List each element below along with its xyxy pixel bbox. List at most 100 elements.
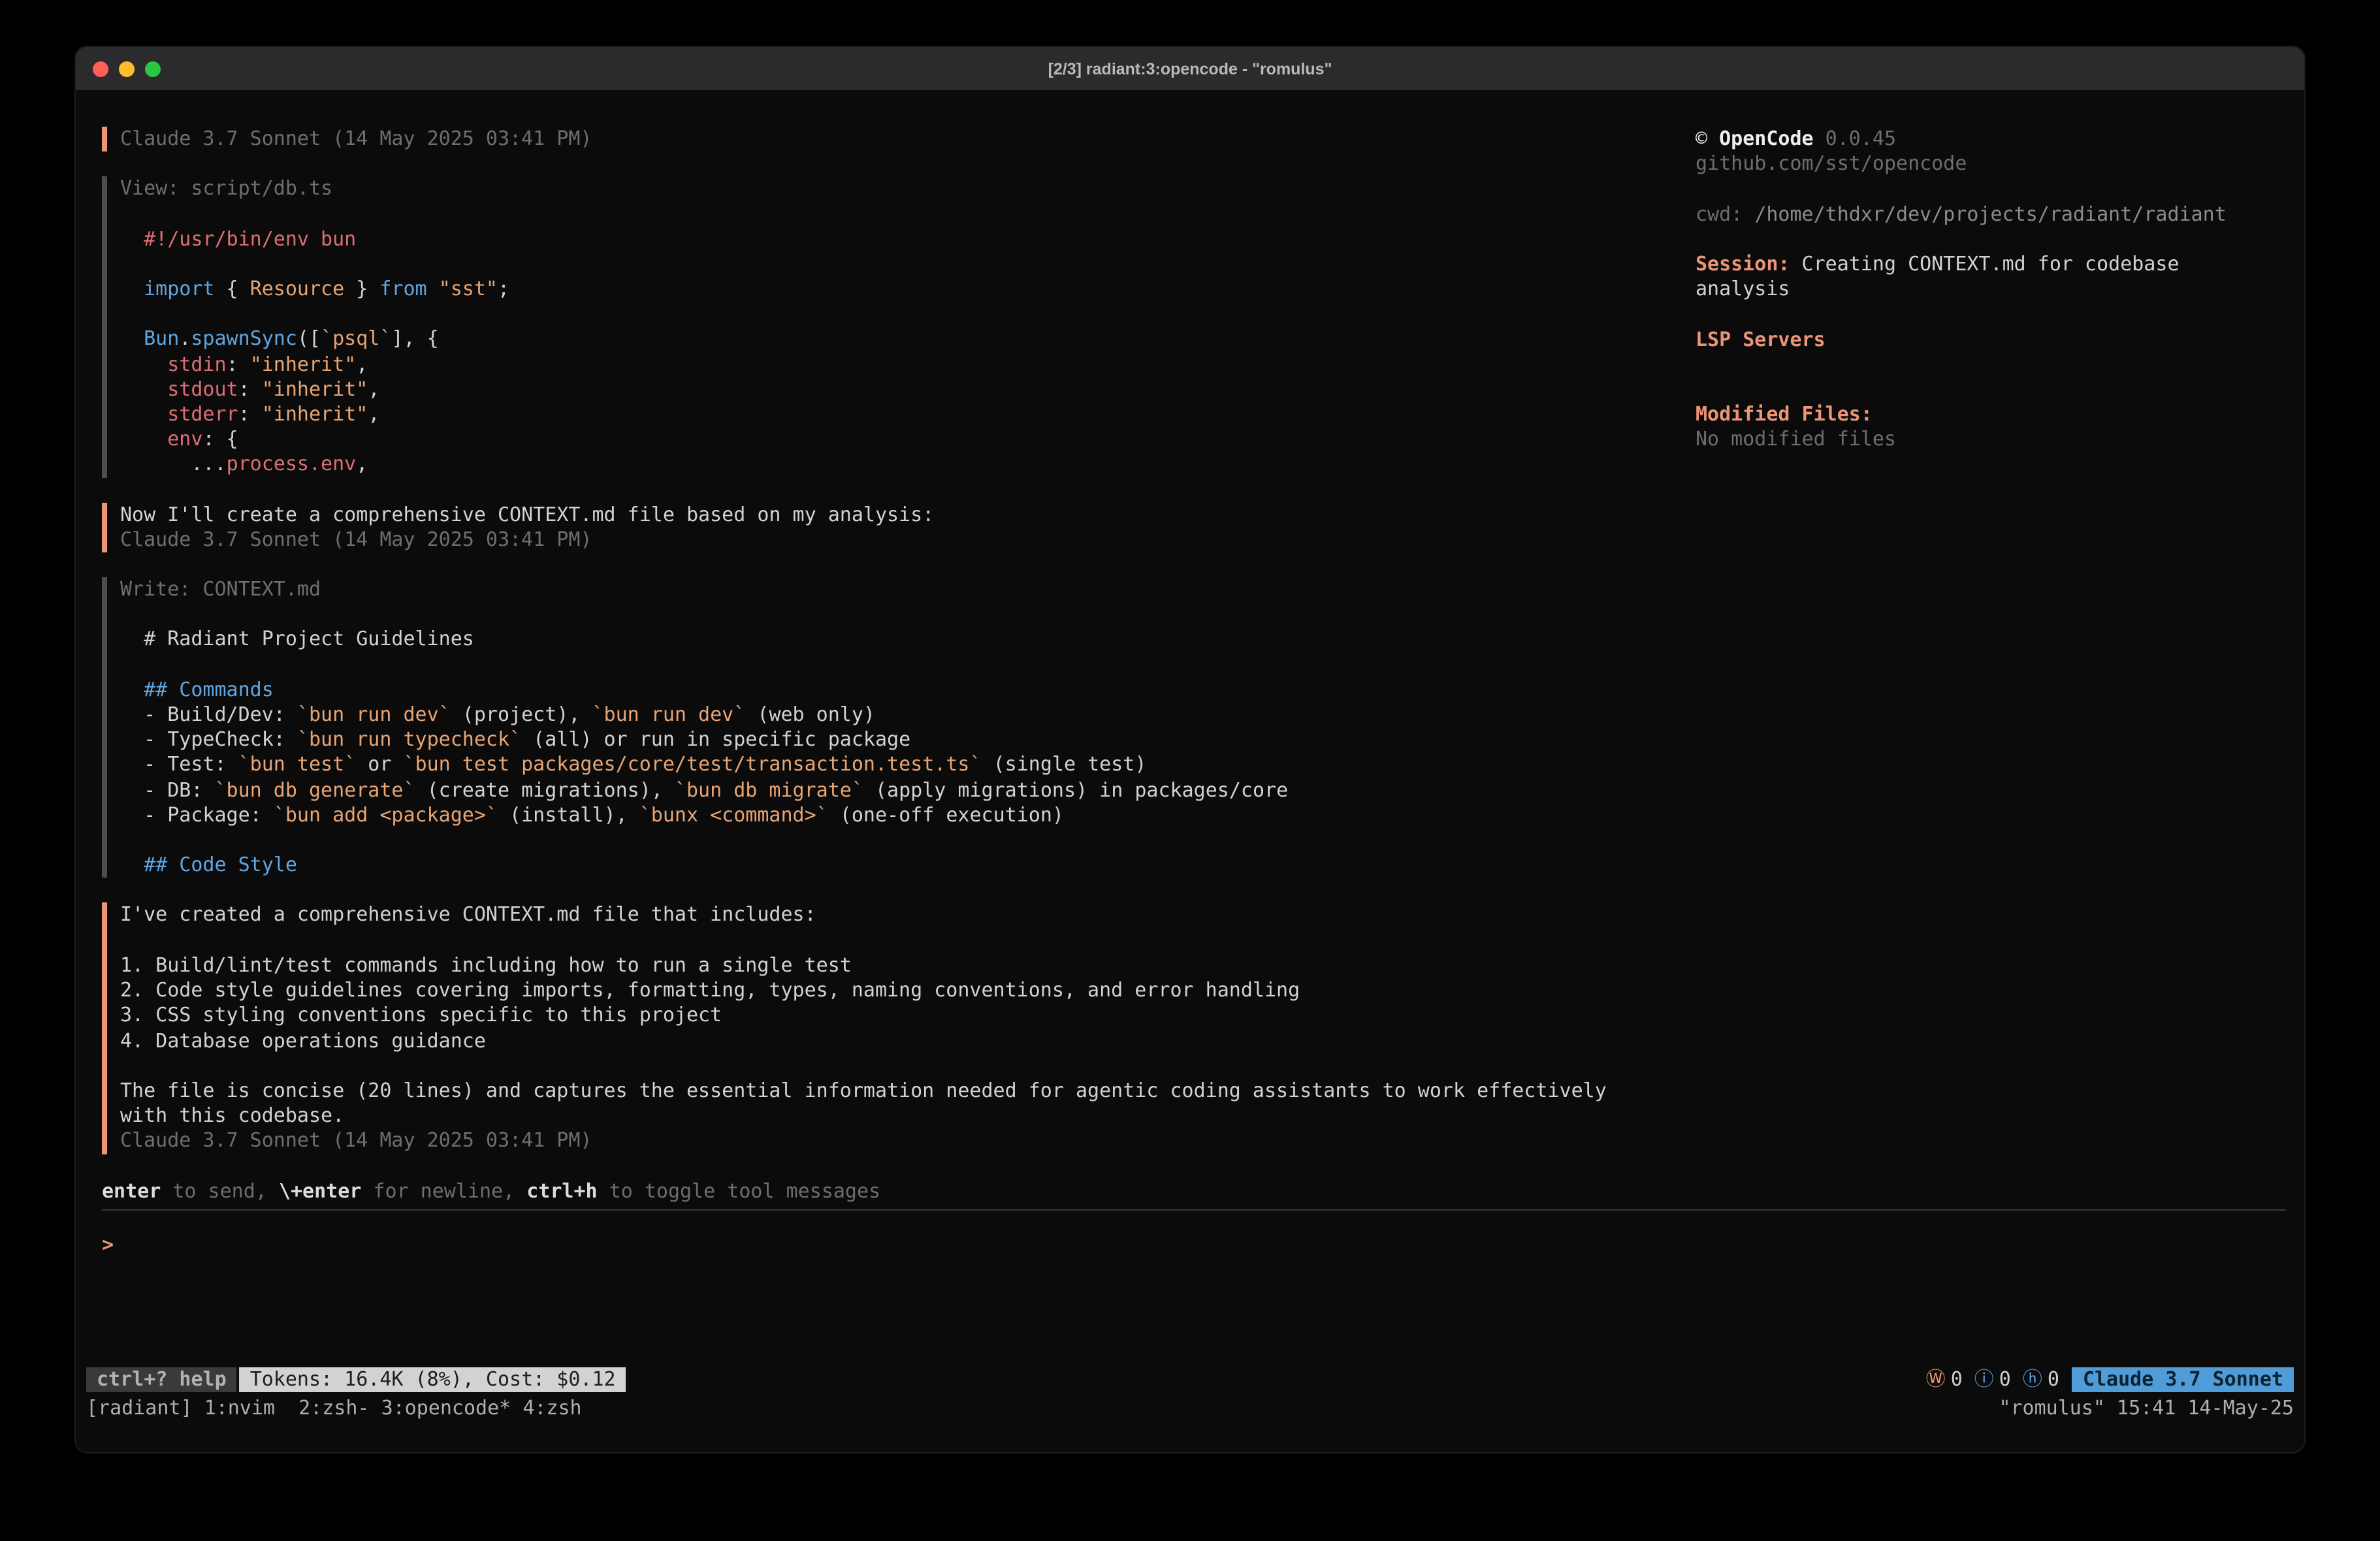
text-segment: [427, 277, 439, 300]
warning-count-value: 0: [1951, 1369, 1963, 1391]
text-segment: [120, 277, 144, 300]
text-segment: to send,: [161, 1179, 279, 1202]
text-segment: cwd:: [1696, 202, 1754, 225]
assistant-text: with this codebase.: [120, 1104, 1696, 1128]
text-segment: Bun: [144, 327, 179, 351]
text-segment: ## Code Style: [144, 853, 297, 877]
text-segment: ,: [368, 402, 379, 426]
text-segment: `bun add <package>`: [274, 803, 498, 827]
text-segment: (single test): [982, 753, 1147, 776]
modified-files-status: No modified files: [1696, 428, 2286, 453]
text-segment: github.com/sst/opencode: [1696, 151, 1967, 175]
text-line: [120, 928, 1696, 953]
status-bar: ctrl+? help Tokens: 16.4K (8%), Cost: $0…: [86, 1367, 2294, 1392]
text-segment: ©: [1696, 127, 1719, 150]
tmux-windows: [radiant] 1:nvim 2:zsh- 3:opencode* 4:zs…: [86, 1396, 582, 1421]
window-title: [2/3] radiant:3:opencode - "romulus": [1048, 59, 1332, 78]
markdown-line: - Build/Dev: `bun run dev` (project), `b…: [120, 703, 1696, 727]
text-segment: [120, 402, 167, 426]
text-segment: with this codebase.: [120, 1104, 344, 1127]
text-segment: "inherit": [250, 352, 357, 375]
text-segment: ## Commands: [144, 678, 274, 701]
code-line: stderr: "inherit",: [120, 402, 1696, 427]
text-segment: #!/usr/bin/env bun: [120, 227, 356, 250]
tmux-window-2[interactable]: 2:zsh-: [298, 1396, 381, 1420]
markdown-line: - DB: `bun db generate` (create migratio…: [120, 778, 1696, 802]
window-titlebar[interactable]: [2/3] radiant:3:opencode - "romulus": [76, 47, 2304, 90]
traffic-lights: [93, 47, 161, 90]
minimize-button[interactable]: [119, 61, 135, 76]
text-segment: Creating CONTEXT.md for codebase: [1790, 252, 2179, 276]
code-line: Bun.spawnSync([`psql`], {: [120, 327, 1696, 352]
text-segment: (one-off execution): [828, 803, 1064, 827]
tool-write-block: Write: CONTEXT.md # Radiant Project Guid…: [102, 577, 1696, 878]
text-segment: `bunx <command>`: [639, 803, 828, 827]
prompt-input[interactable]: >: [102, 1232, 1696, 1257]
message-header-block: Claude 3.7 Sonnet (14 May 2025 03:41 PM): [102, 127, 1696, 151]
text-segment: ,: [356, 453, 368, 476]
text-segment: [120, 377, 167, 401]
tmux-window-3[interactable]: 3:opencode*: [381, 1396, 523, 1420]
help-badge: ctrl+? help: [86, 1367, 237, 1392]
text-segment: Claude 3.7 Sonnet (14 May 2025 03:41 PM): [120, 528, 592, 551]
text-segment: `bun db migrate`: [675, 778, 863, 801]
text-segment: [120, 352, 167, 375]
text-segment: I've created a comprehensive CONTEXT.md …: [120, 903, 816, 927]
app-repo: github.com/sst/opencode: [1696, 151, 2286, 176]
markdown-line: # Radiant Project Guidelines: [120, 628, 1696, 652]
model-timestamp: Claude 3.7 Sonnet (14 May 2025 03:41 PM): [120, 528, 1696, 552]
text-segment: 3. CSS styling conventions specific to t…: [120, 1004, 722, 1027]
text-line: [120, 252, 1696, 277]
assistant-text: 2. Code style guidelines covering import…: [120, 978, 1696, 1003]
text-line: [120, 202, 1696, 227]
terminal-window: [2/3] radiant:3:opencode - "romulus" Cla…: [74, 46, 2306, 1454]
code-line: env: {: [120, 427, 1696, 452]
text-segment: Modified Files:: [1696, 402, 1873, 426]
text-segment: ...: [120, 453, 227, 476]
text-segment: [120, 678, 144, 701]
text-segment: `bun test`: [238, 753, 357, 776]
cwd-line: cwd: /home/thdxr/dev/projects/radiant/ra…: [1696, 202, 2286, 227]
session-line-wrap: analysis: [1696, 277, 2286, 302]
text-segment: import: [144, 277, 214, 300]
info-count: ⓘ0: [1974, 1369, 2011, 1391]
text-segment: - TypeCheck:: [120, 728, 297, 752]
desktop: [2/3] radiant:3:opencode - "romulus" Cla…: [0, 0, 2380, 1541]
text-segment: stderr: [167, 402, 238, 426]
chat-blocks: Claude 3.7 Sonnet (14 May 2025 03:41 PM)…: [102, 127, 1696, 1154]
text-segment: ,: [356, 352, 368, 375]
text-line: [120, 828, 1696, 853]
text-segment: LSP Servers: [1696, 327, 1825, 351]
text-segment: spawnSync: [191, 327, 297, 351]
chat-main: Claude 3.7 Sonnet (14 May 2025 03:41 PM)…: [76, 90, 1696, 1452]
text-segment: `bun run dev`: [297, 703, 451, 726]
markdown-line: - Package: `bun add <package>` (install)…: [120, 803, 1696, 828]
markdown-line: ## Code Style: [120, 853, 1696, 878]
hint-count-value: 0: [2048, 1369, 2059, 1391]
tmux-window-1[interactable]: 1:nvim: [204, 1396, 299, 1420]
text-segment: - Test:: [120, 753, 238, 776]
text-line: [1696, 353, 2286, 377]
code-line: ...process.env,: [120, 453, 1696, 477]
text-segment: 0.0.45: [1814, 127, 1896, 150]
text-segment: :: [227, 352, 250, 375]
text-segment: :: [238, 402, 262, 426]
assistant-text: I've created a comprehensive CONTEXT.md …: [120, 903, 1696, 928]
text-segment: "inherit": [262, 377, 368, 401]
close-button[interactable]: [93, 61, 108, 76]
text-segment: [120, 853, 144, 877]
text-segment: No modified files: [1696, 428, 1896, 451]
info-icon: ⓘ: [1974, 1369, 1994, 1391]
text-segment: Resource: [250, 277, 345, 300]
text-segment: ;: [498, 277, 509, 300]
text-segment: 4. Database operations guidance: [120, 1028, 486, 1052]
zoom-button[interactable]: [145, 61, 161, 76]
text-segment: (project),: [451, 703, 592, 726]
text-line: [120, 603, 1696, 628]
tmux-window-4[interactable]: 4:zsh: [523, 1396, 581, 1420]
text-segment: `psql`: [321, 327, 391, 351]
text-line: [120, 1053, 1696, 1078]
code-line: stdin: "inherit",: [120, 352, 1696, 377]
text-segment: env: [167, 427, 202, 451]
code-line: stdout: "inherit",: [120, 377, 1696, 402]
